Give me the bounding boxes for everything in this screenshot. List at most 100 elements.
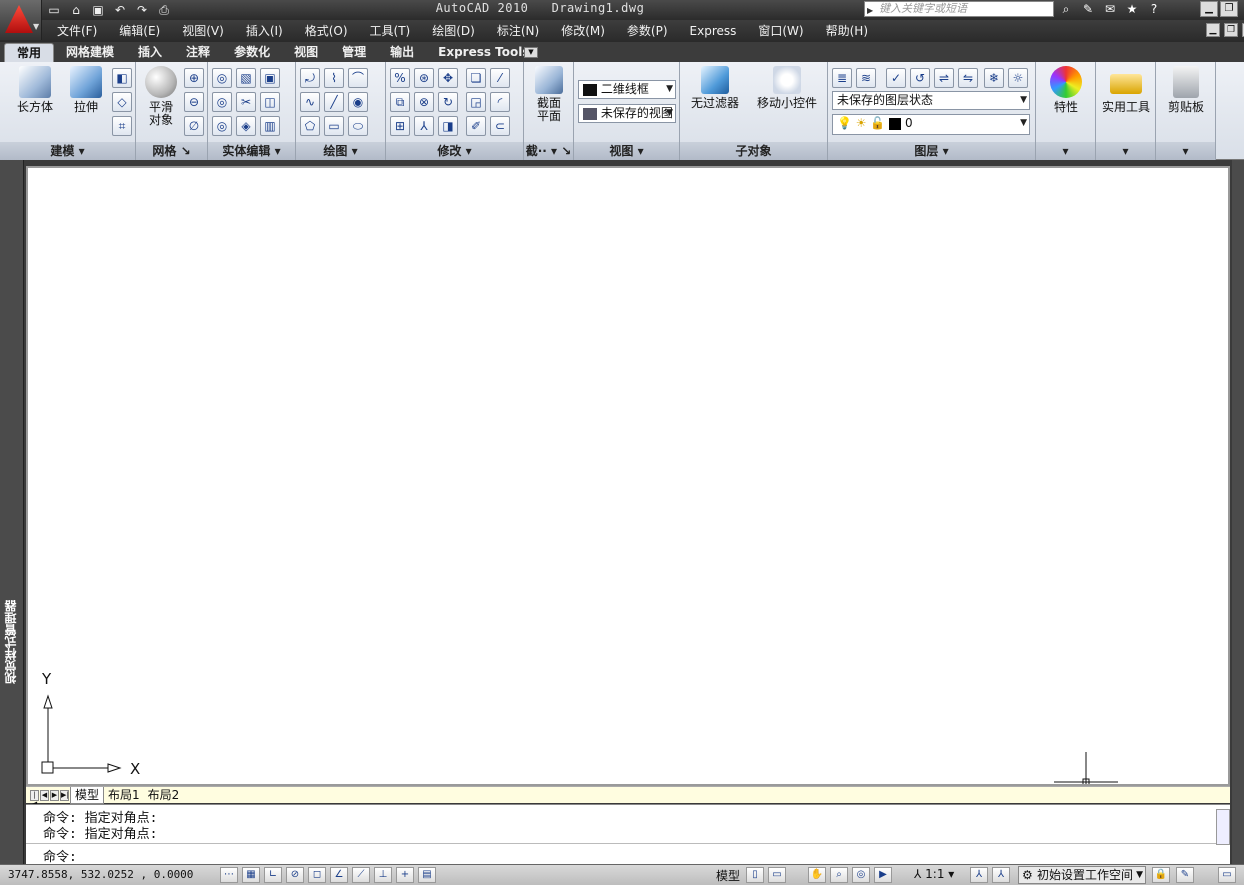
tab-insert[interactable]: 插入 <box>126 43 174 62</box>
redo-icon[interactable]: ↷ <box>134 2 150 18</box>
zoom-icon[interactable]: ⌕ <box>830 867 848 883</box>
hardware-acceleration-icon[interactable]: ✎ <box>1176 867 1194 883</box>
communication-icon[interactable]: ✉ <box>1102 1 1118 17</box>
box-button[interactable]: 长方体 <box>10 66 60 114</box>
menu-parametric[interactable]: 参数(P) <box>616 20 679 42</box>
3d-osnap-icon[interactable]: ∠ <box>330 867 348 883</box>
undo-icon[interactable]: ↶ <box>112 2 128 18</box>
erase-icon[interactable]: ✐ <box>466 116 486 136</box>
smooth-object-button[interactable]: 平滑 对象 <box>142 66 180 127</box>
layer-unisolate-icon[interactable]: ⇋ <box>958 68 978 88</box>
extrude-button[interactable]: 拉伸 <box>64 66 108 114</box>
layer-previous-icon[interactable]: ↺ <box>910 68 930 88</box>
pan-icon[interactable]: ✋ <box>808 867 826 883</box>
favorites-star-icon[interactable]: ★ <box>1124 1 1140 17</box>
first-tab-icon[interactable]: |◀ <box>30 789 39 808</box>
3d-rotate-icon[interactable]: ⊛ <box>414 68 434 88</box>
3d-array-icon[interactable]: ⧉ <box>390 92 410 112</box>
clean-screen-icon[interactable]: ▭ <box>1218 867 1236 883</box>
helix-icon[interactable]: ⌇ <box>324 68 344 88</box>
tab-mesh-modeling[interactable]: 网格建模 <box>54 43 126 62</box>
open-file-icon[interactable]: ⌂ <box>68 2 84 18</box>
quick-view-icon[interactable]: ▭ <box>768 867 786 883</box>
offset-icon[interactable]: ⊂ <box>490 116 510 136</box>
layout-view-icon[interactable]: ▯ <box>746 867 764 883</box>
polyline-icon[interactable]: ⤾ <box>300 68 320 88</box>
last-tab-icon[interactable]: ▶| <box>60 789 69 801</box>
utilities-button[interactable]: 实用工具 <box>1098 66 1154 114</box>
tab-manage[interactable]: 管理 <box>330 43 378 62</box>
save-icon[interactable]: ▣ <box>90 2 106 18</box>
panel-modeling-label[interactable]: 建模 ▾ <box>0 142 135 160</box>
scale-icon[interactable]: % <box>390 68 410 88</box>
panel-draw-label[interactable]: 绘图 ▾ <box>296 142 385 160</box>
stretch-icon[interactable]: ◲ <box>466 92 486 112</box>
ellipse-icon[interactable]: ⬭ <box>348 116 368 136</box>
section-plane-button[interactable]: 截面 平面 <box>528 66 570 123</box>
rectangle-icon[interactable]: ▭ <box>324 116 344 136</box>
3d-move-icon[interactable]: ⅄ <box>414 116 434 136</box>
visual-styles-palette[interactable]: 视觉样式管理器 <box>0 160 24 864</box>
layer-isolate-icon[interactable]: ⇌ <box>934 68 954 88</box>
menu-help[interactable]: 帮助(H) <box>815 20 879 42</box>
annotation-scale[interactable]: ⅄ 1:1 ▾ <box>914 867 954 881</box>
menu-view[interactable]: 视图(V) <box>171 20 235 42</box>
next-tab-icon[interactable]: ▶ <box>50 789 59 801</box>
sweep-icon[interactable]: ◇ <box>112 92 132 112</box>
showmotion-icon[interactable]: ▶ <box>874 867 892 883</box>
layout-tab-layout2[interactable]: 布局2 <box>144 787 184 803</box>
tab-parametric[interactable]: 参数化 <box>222 43 282 62</box>
tab-home[interactable]: 常用 <box>4 43 55 62</box>
menu-modify[interactable]: 修改(M) <box>550 20 616 42</box>
doc-restore-icon[interactable]: ❐ <box>1224 23 1238 37</box>
osnap-icon[interactable]: ◻ <box>308 867 326 883</box>
panel-clipboard-label[interactable]: ▾ <box>1156 142 1215 160</box>
array-icon[interactable]: ⊞ <box>390 116 410 136</box>
ucs-icon[interactable]: ⌗ <box>112 116 132 136</box>
layer-properties-icon[interactable]: ≣ <box>832 68 852 88</box>
menu-file[interactable]: 文件(F) <box>46 20 108 42</box>
model-space-button[interactable]: 模型 <box>716 867 740 884</box>
otrack-icon[interactable]: ⟋ <box>352 867 370 883</box>
new-file-icon[interactable]: ▭ <box>46 2 62 18</box>
current-layer-combo[interactable]: 💡 ☀ 🔓 0 ▼ <box>832 114 1030 135</box>
slice-icon[interactable]: ✂ <box>236 92 256 112</box>
panel-layers-label[interactable]: 图层 ▾ <box>828 142 1035 160</box>
wrench-icon[interactable]: ✎ <box>1080 1 1096 17</box>
intersect-icon[interactable]: ◎ <box>212 116 232 136</box>
help-icon[interactable]: ? <box>1146 1 1162 17</box>
tab-view[interactable]: 视图 <box>282 43 330 62</box>
help-search-input[interactable]: ▶ 键入关键字或短语 <box>864 1 1054 17</box>
copy-icon[interactable]: ❏ <box>466 68 486 88</box>
steering-wheel-icon[interactable]: ◎ <box>852 867 870 883</box>
circle-icon[interactable]: ◉ <box>348 92 368 112</box>
rotate-icon[interactable]: ↻ <box>438 92 458 112</box>
separate-icon[interactable]: ▥ <box>260 116 280 136</box>
grid-icon[interactable]: ▦ <box>242 867 260 883</box>
layer-state-combo[interactable]: 未保存的图层状态 ▼ <box>832 91 1030 110</box>
ducs-icon[interactable]: ⊥ <box>374 867 392 883</box>
mesh-add-icon[interactable]: ⊕ <box>184 68 204 88</box>
command-prompt[interactable]: 命令: <box>43 846 77 865</box>
properties-button[interactable]: 特性 <box>1042 66 1090 114</box>
ortho-icon[interactable]: ∟ <box>264 867 282 883</box>
binoculars-icon[interactable]: ⌕ <box>1058 1 1074 17</box>
panel-mesh-label[interactable]: 网格 ↘ <box>136 142 207 160</box>
prev-tab-icon[interactable]: ◀ <box>40 789 49 801</box>
layout-tab-model[interactable]: 模型 <box>70 786 105 804</box>
align-icon[interactable]: ◨ <box>438 116 458 136</box>
workspace-switch[interactable]: ⚙ 初始设置工作空间 ▼ <box>1018 866 1146 884</box>
menu-format[interactable]: 格式(O) <box>294 20 359 42</box>
menu-tools[interactable]: 工具(T) <box>359 20 422 42</box>
imprint-icon[interactable]: ◫ <box>260 92 280 112</box>
layer-states-icon[interactable]: ≋ <box>856 68 876 88</box>
snap-icon[interactable]: ⋯ <box>220 867 238 883</box>
drawing-canvas[interactable]: Y X <box>26 166 1230 786</box>
trim-icon[interactable]: ⁄ <box>490 68 510 88</box>
layer-match-icon[interactable]: ✓ <box>886 68 906 88</box>
3d-align-icon[interactable]: ⊗ <box>414 92 434 112</box>
print-icon[interactable]: ⎙ <box>156 2 172 18</box>
polygon-icon[interactable]: ⬠ <box>300 116 320 136</box>
move-icon[interactable]: ✥ <box>438 68 458 88</box>
spline-icon[interactable]: ∿ <box>300 92 320 112</box>
